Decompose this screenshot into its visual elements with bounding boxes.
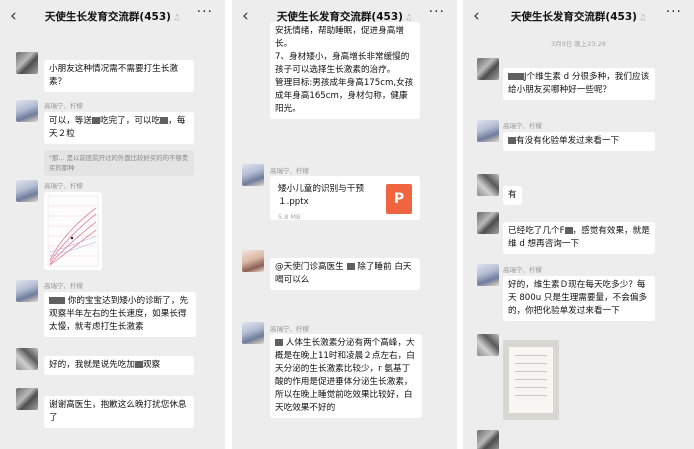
growth-chart-image[interactable]: [44, 192, 102, 270]
growth-chart-graphic: [47, 195, 99, 267]
chat-title: 天使生长发育交流群(453): [44, 11, 171, 23]
avatar[interactable]: [16, 100, 38, 122]
lab-report-photo[interactable]: [503, 340, 559, 420]
message-bubble: 好的，维生素Ｄ现在每天吃多少？每天 800u 只是生理需要量，不会偏多的，你把化…: [503, 276, 655, 321]
avatar[interactable]: [477, 58, 499, 80]
sender-name: 高瑞宁、柠檬: [44, 182, 83, 190]
message-bubble: 已经吃了几个F ，感觉有效果，就是维 d 想再咨询一下: [503, 222, 655, 254]
chat-header: ‹ 天使生长发育交流群(453) ♫ ···: [0, 0, 225, 34]
ppt-file-icon: P: [386, 184, 412, 214]
message-bubble: 人体生长激素分泌有两个高峰，大概是在晚上11时和凌晨２点左右，白天分泌的生长激素…: [270, 334, 422, 418]
avatar[interactable]: [477, 430, 499, 449]
redaction: [91, 117, 100, 124]
avatar[interactable]: [16, 280, 38, 302]
more-icon[interactable]: ···: [197, 4, 213, 20]
redaction: [346, 263, 355, 270]
redaction: [275, 339, 283, 346]
chat-title: 天使生长发育交流群(453): [510, 11, 637, 23]
mute-icon: ♫: [172, 13, 181, 22]
redaction: [57, 297, 65, 304]
message-bubble: 有没有化验单发过来看一下: [503, 132, 655, 151]
redaction: [508, 73, 516, 80]
redaction: [49, 297, 57, 304]
avatar[interactable]: [242, 164, 264, 186]
redaction: [564, 227, 573, 234]
chat-panel-2: ‹ 天使生长发育交流群(453) ♫ ··· 安抚情绪，帮助睡眠，促进身高增长。 …: [232, 0, 457, 449]
file-name: 矮小儿童的识别与干预１.pptx: [278, 184, 364, 207]
sender-name: 高瑞宁、柠檬: [44, 282, 83, 290]
avatar[interactable]: [477, 120, 499, 142]
message-bubble: @天使门诊高医生 除了睡前 白天喝可以么: [270, 258, 420, 290]
sender-name: 高瑞宁、柠檬: [270, 325, 309, 333]
redaction: [516, 73, 524, 80]
avatar[interactable]: [477, 264, 499, 286]
avatar[interactable]: [477, 174, 499, 196]
avatar[interactable]: [477, 212, 499, 234]
message-bubble: 你的宝宝达到矮小的诊断了，先观察半年左右的生长速度，如果长得太慢，就考虑打生长激…: [44, 292, 196, 337]
chat-panel-1: ‹ 天使生长发育交流群(453) ♫ ··· 小朋友这种情况需不需要打生长激素？ …: [0, 0, 225, 449]
sender-name: 高瑞宁、柠檬: [270, 167, 309, 175]
mute-icon: ♫: [638, 13, 647, 22]
avatar[interactable]: [242, 322, 264, 344]
avatar[interactable]: [242, 250, 264, 272]
more-icon[interactable]: ···: [429, 4, 445, 20]
file-size: 5.8 MB: [278, 213, 301, 221]
message-bubble: 有: [503, 186, 522, 205]
sender-name: 高瑞宁、柠檬: [503, 266, 542, 274]
avatar[interactable]: [16, 52, 38, 74]
timestamp: 3月9日 晚上23:28: [550, 40, 607, 48]
message-bubble: J个维生素 d 分很多种，我们应该给小朋友买哪种好一些呢？: [503, 68, 655, 100]
avatar[interactable]: [477, 334, 499, 356]
redaction: [160, 117, 169, 124]
message-bubble: 谢谢高医生，抱歉这么晚打扰您休息了: [44, 396, 194, 428]
message-bubble: 可以，等送 吃完了，可以吃 ，每天２粒: [44, 112, 194, 144]
chat-panel-3: ‹ 天使生长发育交流群(453) ♫ ··· 3月9日 晚上23:28 J个维生素…: [463, 0, 694, 449]
avatar[interactable]: [16, 180, 38, 202]
more-icon[interactable]: ···: [666, 4, 682, 20]
avatar[interactable]: [16, 348, 38, 370]
redaction: [508, 137, 516, 144]
file-attachment[interactable]: 矮小儿童的识别与干预１.pptx 5.8 MB P: [270, 176, 420, 221]
redaction: [134, 361, 143, 368]
mute-icon: ♫: [404, 13, 413, 22]
message-bubble: 安抚情绪，帮助睡眠，促进身高增长。 7、身材矮小，身高增长非常缓慢的孩子可以选择…: [270, 22, 420, 119]
sender-name: 高瑞宁、柠檬: [503, 122, 542, 130]
message-bubble: 好的，我就是说先吃加 观察: [44, 356, 194, 375]
message-bubble: 小朋友这种情况需不需要打生长激素？: [44, 60, 194, 92]
sender-name: 高瑞宁、柠檬: [44, 102, 83, 110]
chat-header: ‹ 天使生长发育交流群(453) ♫ ···: [463, 0, 694, 34]
avatar[interactable]: [16, 388, 38, 410]
quoted-reply[interactable]: "那… 是以前医院开过的外面比较好买的的不够贵买的那种: [44, 150, 194, 176]
